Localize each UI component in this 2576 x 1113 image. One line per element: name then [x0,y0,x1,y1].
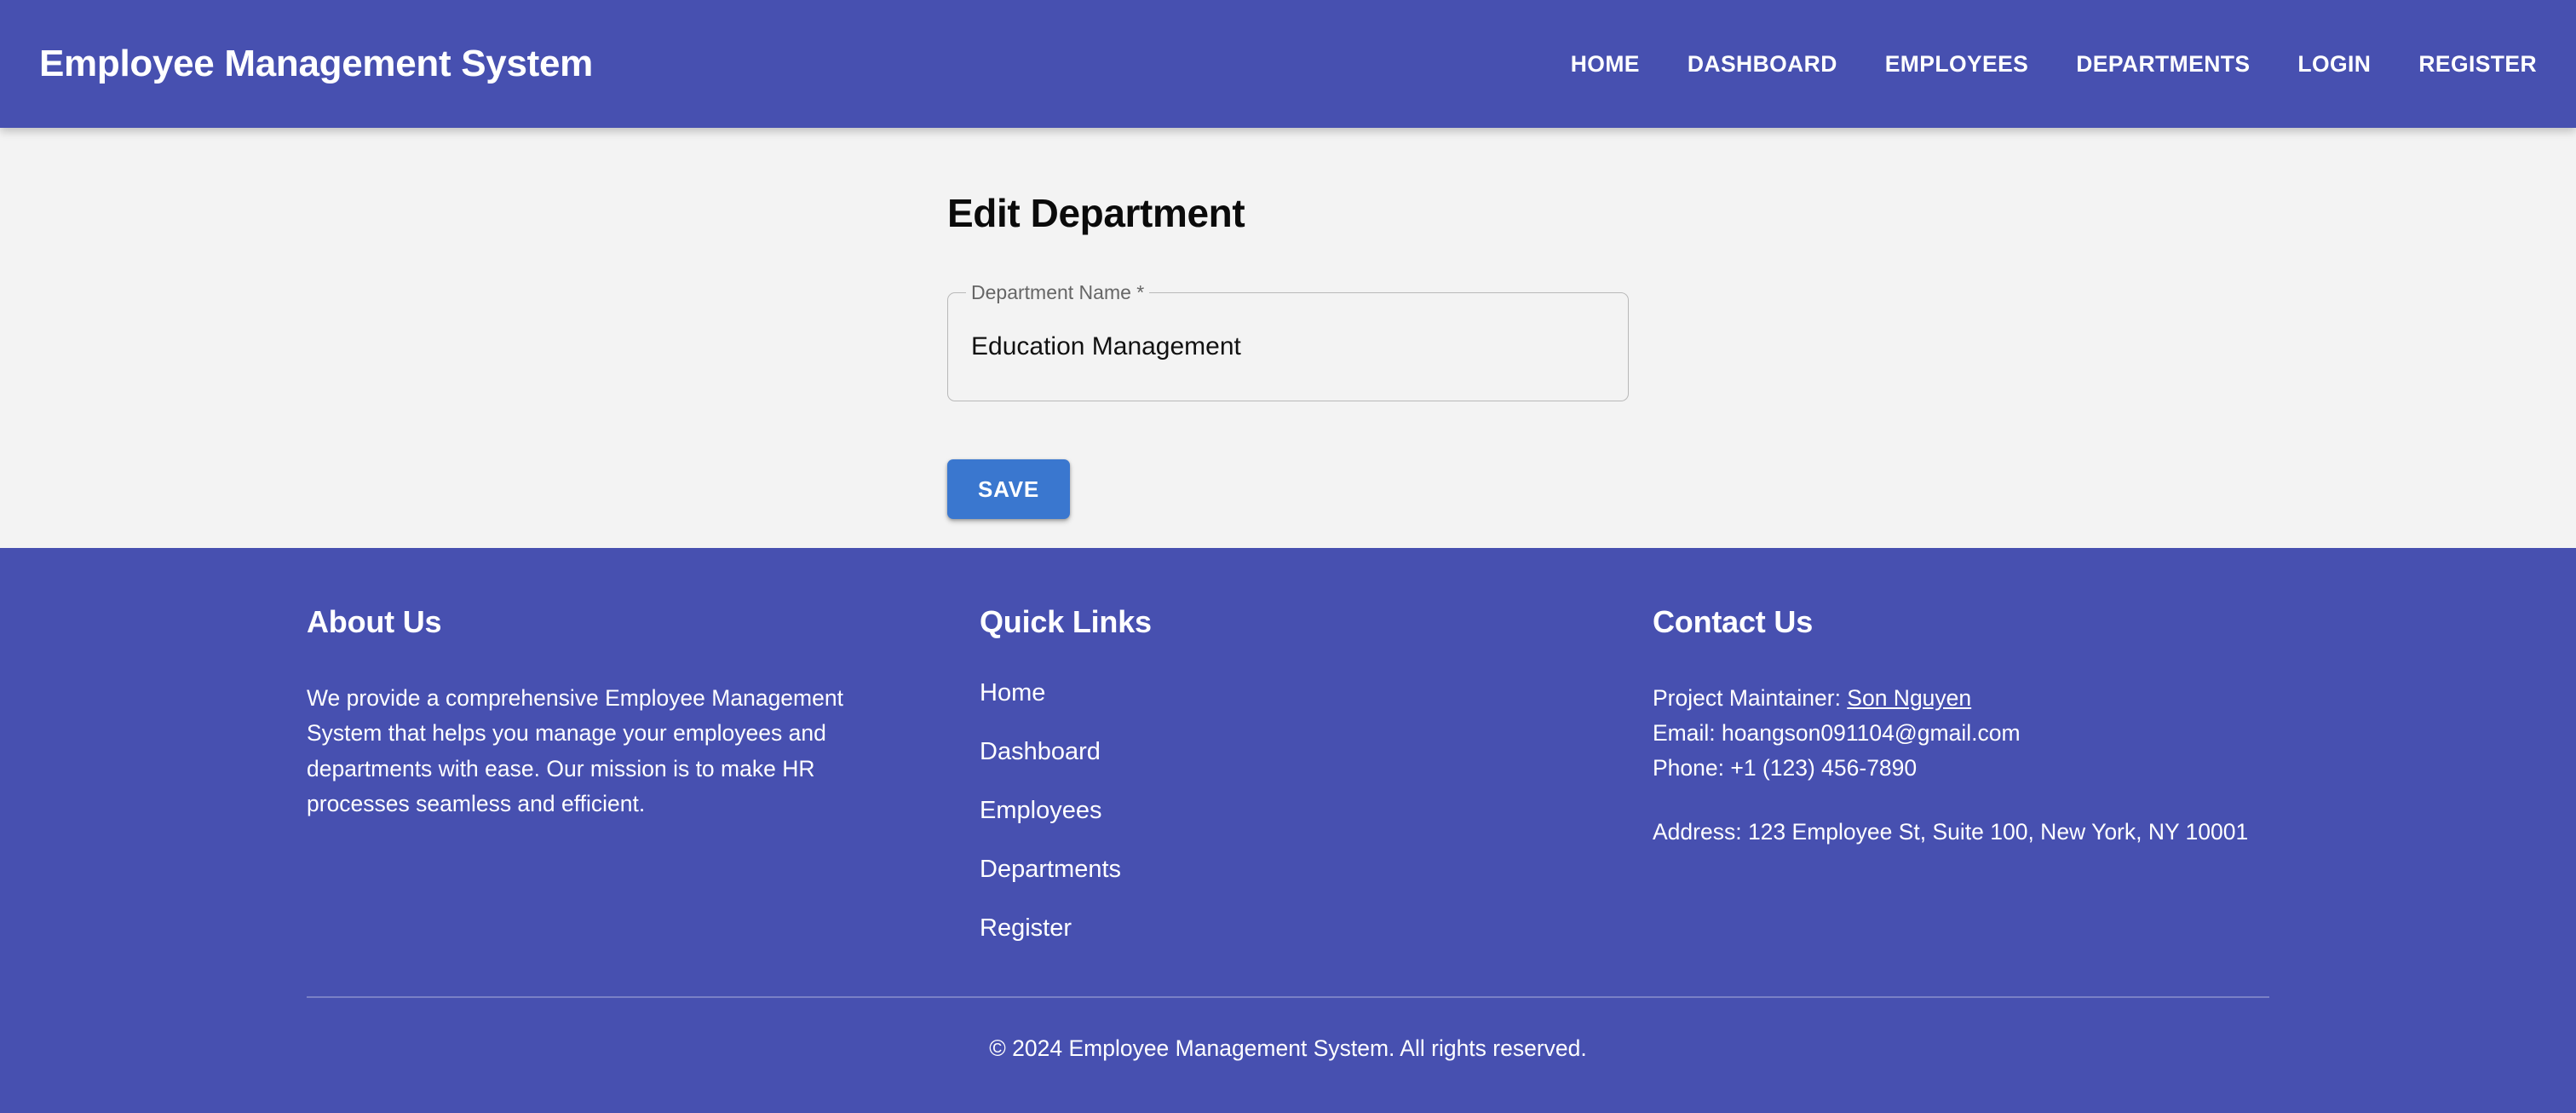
list-item: Departments [980,857,1653,916]
quicklink-home[interactable]: Home [980,681,1045,706]
nav-item-departments[interactable]: DEPARTMENTS [2052,41,2274,88]
footer-quicklinks-column: Quick Links Home Dashboard Employees Dep… [980,604,1653,975]
page-title: Edit Department [947,191,1245,235]
quicklinks-list: Home Dashboard Employees Departments Reg… [980,681,1653,975]
field-label-notch: Department Name * [966,280,1150,303]
site-footer: About Us We provide a comprehensive Empl… [0,548,2576,1113]
maintainer-prefix: Project Maintainer: [1653,685,1848,711]
quicklink-departments[interactable]: Departments [980,857,1121,882]
quicklink-employees[interactable]: Employees [980,799,1101,823]
app-root: Employee Management System HOME DASHBOAR… [0,0,2576,1113]
nav-item-employees[interactable]: EMPLOYEES [1861,41,2053,88]
quicklinks-heading: Quick Links [980,604,1152,639]
footer-divider [307,996,2269,998]
copyright-text: © 2024 Employee Management System. All r… [989,1035,1587,1061]
list-item: Home [980,681,1653,740]
nav-item-dashboard[interactable]: DASHBOARD [1664,41,1861,88]
list-item: Register [980,916,1653,975]
footer-about-column: About Us We provide a comprehensive Empl… [307,604,980,822]
nav-item-register[interactable]: REGISTER [2395,41,2537,88]
contact-maintainer-line: Project Maintainer: Son Nguyen [1653,681,2269,716]
department-name-input[interactable] [949,294,1627,400]
contact-phone: Phone: +1 (123) 456-7890 [1653,755,1918,781]
contact-email: Email: hoangson091104@gmail.com [1653,720,2021,747]
footer-columns: About Us We provide a comprehensive Empl… [307,604,2269,975]
edit-department-form: Edit Department Department Name * SAVE [947,128,1629,519]
list-item: Dashboard [980,740,1653,799]
footer-contact-column: Contact Us Project Maintainer: Son Nguye… [1653,604,2269,850]
app-title: Employee Management System [39,43,593,84]
quicklink-register[interactable]: Register [980,916,1072,941]
nav-item-home[interactable]: HOME [1547,41,1664,88]
contact-address: Address: 123 Employee St, Suite 100, New… [1653,819,2249,845]
save-button[interactable]: SAVE [947,459,1070,519]
about-heading: About Us [307,604,442,639]
department-name-field[interactable]: Department Name * [947,282,1629,401]
department-name-label: Department Name * [971,280,1145,303]
about-text: We provide a comprehensive Employee Mana… [307,685,843,816]
contact-heading: Contact Us [1653,604,1814,639]
nav-item-login[interactable]: LOGIN [2274,41,2395,88]
list-item: Employees [980,799,1653,857]
app-bar: Employee Management System HOME DASHBOAR… [0,0,2576,128]
maintainer-link[interactable]: Son Nguyen [1847,685,1971,711]
main-navigation: HOME DASHBOARD EMPLOYEES DEPARTMENTS LOG… [1547,41,2537,88]
main-content: Edit Department Department Name * SAVE [0,128,2576,548]
quicklink-dashboard[interactable]: Dashboard [980,740,1101,764]
